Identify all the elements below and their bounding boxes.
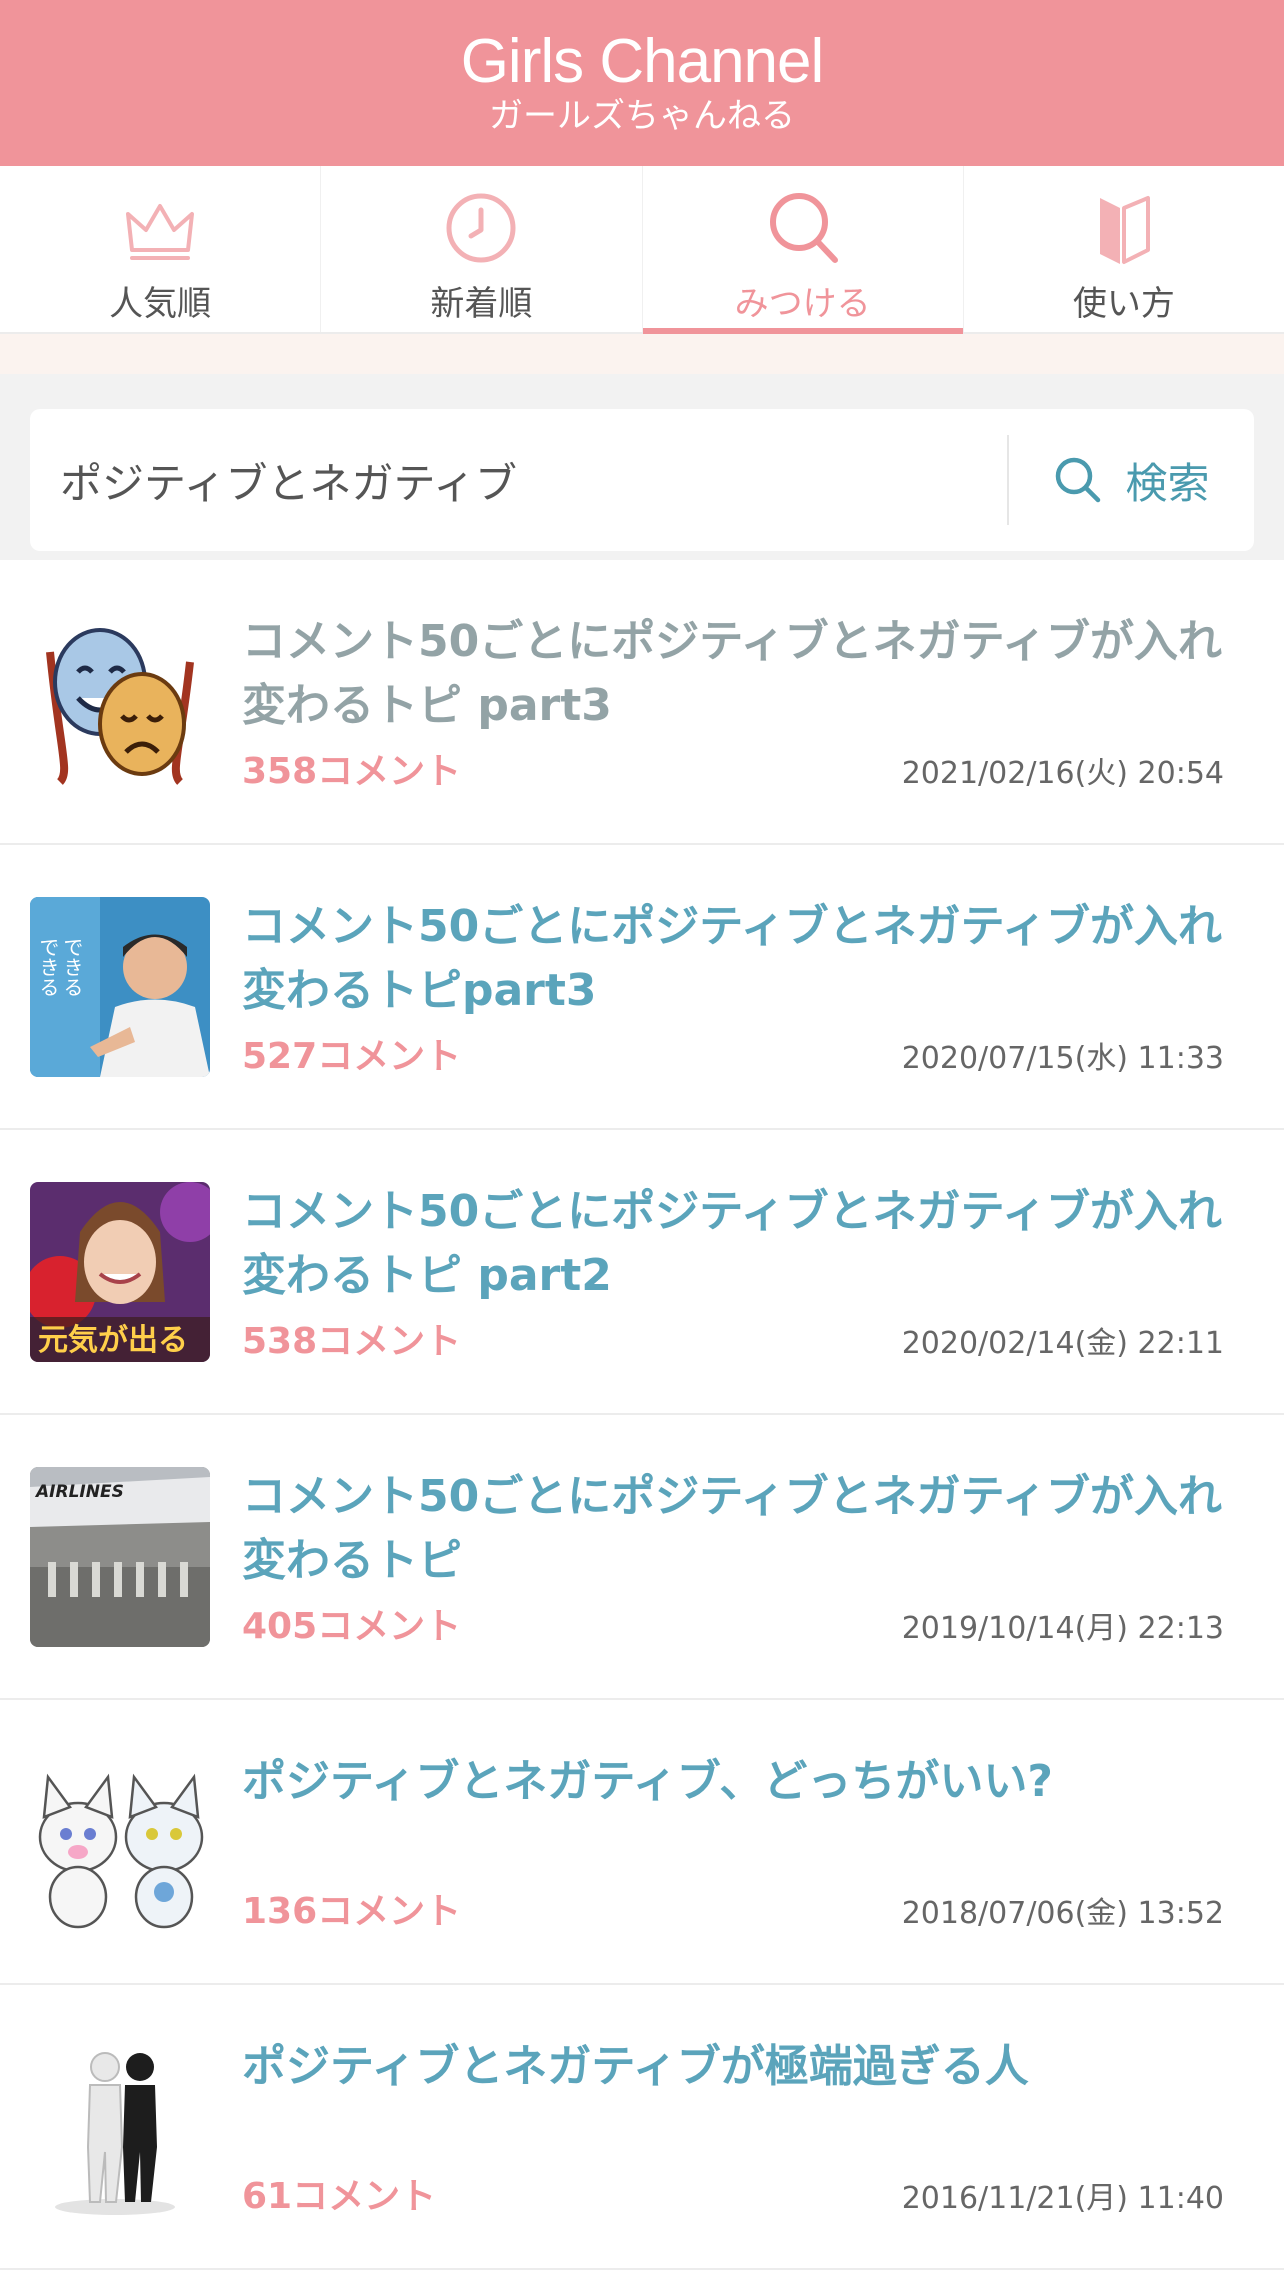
comment-count: 358コメント: [242, 751, 462, 792]
topic-title[interactable]: コメント50ごとにポジティブとネガティブが入れ変わるトピ part3: [242, 610, 1224, 738]
topic-thumbnail: [30, 1752, 210, 1932]
topic-date: 2016/11/21(月) 11:40: [901, 2181, 1224, 2216]
clock-icon: [446, 193, 516, 263]
search-area: 検索: [0, 374, 1284, 560]
topic-date: 2020/07/15(水) 11:33: [901, 1041, 1224, 1076]
tab-label: 使い方: [1072, 284, 1175, 324]
svg-text:できる: できる: [36, 937, 60, 997]
site-logo-subtitle: ガールズちゃんねる: [489, 96, 795, 136]
search-input[interactable]: [30, 409, 1007, 551]
topic-date: 2021/02/16(火) 20:54: [901, 756, 1224, 791]
topic-thumbnail: 元気が出る: [30, 1182, 210, 1362]
tab-popular[interactable]: 人気順: [0, 166, 320, 332]
svg-text:元気が出る: 元気が出る: [38, 1323, 188, 1358]
topic-thumbnail: できる できる: [30, 897, 210, 1077]
comment-count: 405コメント: [242, 1606, 462, 1647]
tab-guide[interactable]: 使い方: [962, 166, 1284, 332]
search-icon: [1056, 457, 1101, 503]
comment-count: 538コメント: [242, 1321, 462, 1362]
list-item[interactable]: できる できる コメント50ごとにポジティブとネガティブが入れ変わるトピpart…: [0, 845, 1284, 1130]
tab-label: 新着順: [430, 284, 533, 324]
divider-band: [0, 334, 1284, 374]
tab-find[interactable]: みつける: [641, 166, 964, 334]
svg-text:できる: できる: [60, 937, 84, 997]
search-icon: [769, 193, 838, 263]
list-item[interactable]: AIRLINES コメント50ごとにポジティブとネガティブが入れ変わるトピ 40…: [0, 1415, 1284, 1700]
topic-title[interactable]: ポジティブとネガティブ、どっちがいい?: [242, 1750, 1224, 1814]
result-list: コメント50ごとにポジティブとネガティブが入れ変わるトピ part3 358コメ…: [0, 560, 1284, 2270]
search-button[interactable]: 検索: [1007, 435, 1254, 525]
search-button-label: 検索: [1125, 458, 1210, 508]
crown-icon: [126, 204, 195, 260]
topic-date: 2018/07/06(金) 13:52: [901, 1896, 1224, 1931]
list-item[interactable]: ポジティブとネガティブ、どっちがいい? 136コメント 2018/07/06(金…: [0, 1700, 1284, 1985]
topic-thumbnail: AIRLINES: [30, 1467, 210, 1647]
tab-label: みつける: [734, 284, 871, 324]
tab-newest[interactable]: 新着順: [320, 166, 641, 332]
topic-title[interactable]: ポジティブとネガティブが極端過ぎる人: [242, 2035, 1224, 2099]
topic-title[interactable]: コメント50ごとにポジティブとネガティブが入れ変わるトピ: [242, 1465, 1224, 1593]
comment-count: 527コメント: [242, 1036, 462, 1077]
comment-count: 136コメント: [242, 1891, 462, 1932]
search-box: 検索: [30, 409, 1254, 551]
book-icon: [1099, 196, 1150, 264]
tab-label: 人気順: [109, 284, 212, 324]
topic-thumbnail: [30, 2037, 210, 2217]
topic-title[interactable]: コメント50ごとにポジティブとネガティブが入れ変わるトピ part2: [242, 1180, 1224, 1308]
comment-count: 61コメント: [242, 2176, 437, 2217]
list-item[interactable]: ポジティブとネガティブが極端過ぎる人 61コメント 2016/11/21(月) …: [0, 1985, 1284, 2270]
site-header: Girls Channel ガールズちゃんねる: [0, 0, 1284, 166]
topic-date: 2019/10/14(月) 22:13: [901, 1611, 1224, 1646]
svg-text:AIRLINES: AIRLINES: [34, 1482, 124, 1502]
list-item[interactable]: 元気が出る コメント50ごとにポジティブとネガティブが入れ変わるトピ part2…: [0, 1130, 1284, 1415]
site-logo[interactable]: Girls Channel: [461, 30, 825, 94]
nav-tabs: 人気順 新着順 みつける 使い方: [0, 166, 1284, 334]
list-item[interactable]: コメント50ごとにポジティブとネガティブが入れ変わるトピ part3 358コメ…: [0, 560, 1284, 845]
topic-title[interactable]: コメント50ごとにポジティブとネガティブが入れ変わるトピpart3: [242, 895, 1224, 1023]
topic-date: 2020/02/14(金) 22:11: [901, 1326, 1224, 1361]
topic-thumbnail: [30, 612, 210, 792]
